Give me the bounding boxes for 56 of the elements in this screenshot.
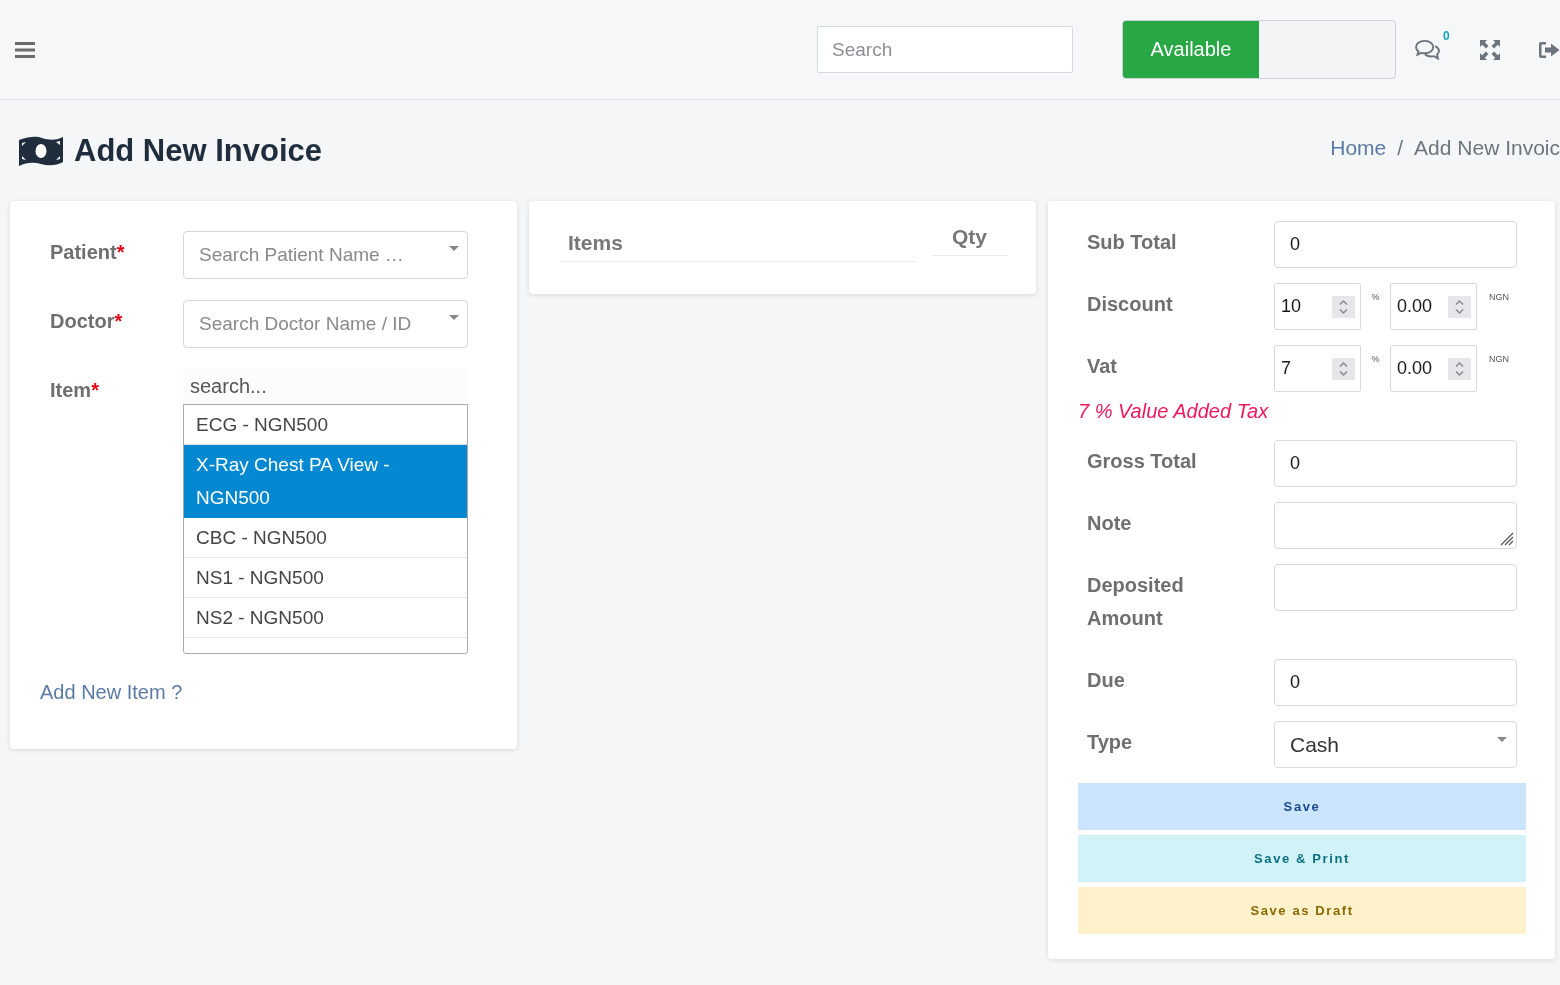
field-label: Item* [50,379,99,401]
number-field[interactable]: 10 [1274,283,1361,330]
list-option[interactable]: NS1 - NGN500 [184,558,467,598]
save-print-button[interactable]: Save & Print [1078,835,1526,882]
note-field[interactable] [1274,502,1517,549]
number-field[interactable]: 0.00 [1390,283,1477,330]
fullscreen-icon[interactable] [1480,39,1500,60]
field-label: Vat [1087,354,1118,379]
number-field[interactable]: 7 [1274,345,1361,392]
field-label: Doctor* [50,310,123,332]
field-label: Sub Total [1087,230,1177,255]
column-header: Qty [932,201,1007,256]
caret-icon [1497,737,1507,742]
breadcrumb-current: Add New Invoic [1414,135,1560,160]
add-item-link[interactable]: Add New Item ? [40,680,183,704]
spin-arrows-icon[interactable] [1332,296,1355,318]
field-label: Discount [1087,292,1173,317]
number-field[interactable]: 0.00 [1390,345,1477,392]
input-field[interactable] [1274,564,1517,611]
column-header: Items [560,201,916,262]
select-field[interactable]: Cash [1274,721,1517,768]
input-field[interactable]: 0 [1274,659,1517,706]
spin-arrows-icon[interactable] [1448,358,1471,380]
input-field[interactable]: 0 [1274,221,1517,268]
select-field[interactable]: Search Doctor Name / ID [183,300,468,348]
field-label: Type [1087,730,1133,755]
field-label: Due [1087,668,1125,693]
vat-description: 7 % Value Added Tax [1078,399,1269,423]
page-title: Add New Invoice [74,132,323,169]
list-option[interactable]: X-Ray Chest PA View - NGN500 [184,445,467,518]
field-label: Gross Total [1087,449,1197,474]
breadcrumb-link[interactable]: Home [1330,135,1387,160]
input-field[interactable]: 0 [1274,440,1517,487]
save-button[interactable]: Save [1078,783,1526,830]
unit-label: % [1370,354,1381,364]
save-draft-button[interactable]: Save as Draft [1078,887,1526,934]
banknote-icon [18,134,64,167]
exit-arrow-icon[interactable] [1538,40,1560,59]
caret-icon [449,315,459,320]
field-label: Note [1087,511,1132,536]
select-field[interactable]: Search Patient Name … [183,231,468,279]
unit-label: % [1370,292,1381,302]
unit-label: NGN [1489,354,1509,364]
chat-icon[interactable] [1415,39,1440,60]
field-label: Deposited Amount [1087,573,1185,631]
unit-label: NGN [1489,292,1509,302]
notification-count: 0 [1443,29,1450,43]
field-label: Patient* [50,241,125,263]
menu-icon[interactable] [15,41,35,58]
list-option[interactable]: NS2 - NGN500 [184,598,467,638]
breadcrumb-separator: / [1397,135,1404,160]
list-option[interactable]: CBC - NGN500 [184,518,467,558]
spin-arrows-icon[interactable] [1332,358,1355,380]
caret-icon [449,246,459,251]
resize-grip-icon[interactable] [1500,532,1514,546]
spin-arrows-icon[interactable] [1448,296,1471,318]
